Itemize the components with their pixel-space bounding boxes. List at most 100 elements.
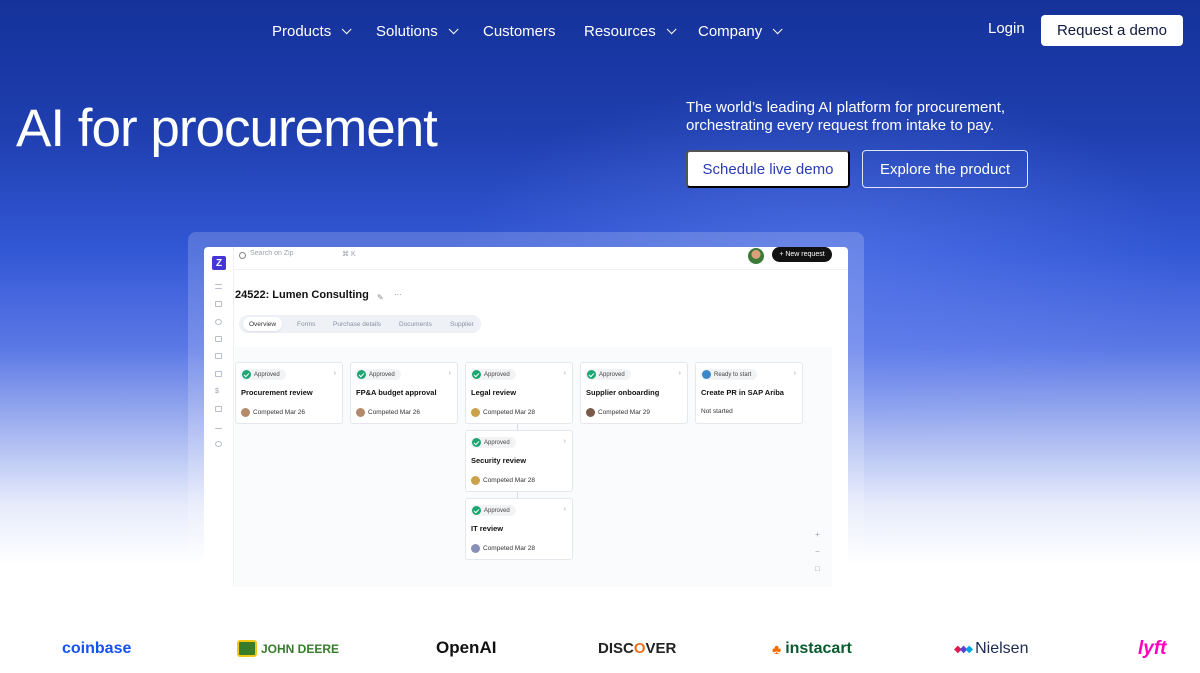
card-icon[interactable] xyxy=(215,406,222,412)
tab-purchase-details[interactable]: Purchase details xyxy=(327,317,387,331)
product-preview: Z $ Search on Zip ⌘ K + New request 2452… xyxy=(204,247,848,587)
card-title: Legal review xyxy=(471,388,517,397)
openai-logo: OpenAI xyxy=(436,638,497,657)
status-badge: Approved xyxy=(470,369,516,380)
deer-icon xyxy=(237,640,257,657)
nav-resources-label: Resources xyxy=(584,22,656,40)
nielsen-logo: ◆◆◆ Nielsen xyxy=(954,640,1029,657)
avatar xyxy=(241,408,250,417)
nav-customers-label: Customers xyxy=(483,22,556,40)
users-icon[interactable] xyxy=(215,319,222,325)
check-icon xyxy=(472,370,481,379)
workflow-card[interactable]: Approved › Procurement review Competed M… xyxy=(235,362,343,424)
explore-product-button[interactable]: Explore the product xyxy=(862,150,1028,188)
card-meta: Competed Mar 28 xyxy=(471,408,535,417)
status-badge: Approved xyxy=(470,437,516,448)
chart-icon[interactable] xyxy=(215,423,222,429)
card-title: IT review xyxy=(471,524,504,533)
top-nav: Products Solutions Customers Resources C… xyxy=(0,0,1200,60)
workflow-card[interactable]: Approved › Legal review Competed Mar 28 xyxy=(465,362,573,424)
more-icon[interactable]: ··· xyxy=(394,290,402,299)
home-icon[interactable] xyxy=(215,301,222,307)
check-icon xyxy=(587,370,596,379)
customer-logos: coinbase JOHN DEERE OpenAI DISCOVER ♣ ins… xyxy=(0,630,1200,673)
status-badge: Approved xyxy=(585,369,631,380)
avatar xyxy=(586,408,595,417)
page-title: 24522: Lumen Consulting xyxy=(235,289,369,301)
chevron-down-icon xyxy=(448,23,459,34)
check-icon xyxy=(242,370,251,379)
chevron-right-icon: › xyxy=(678,370,681,377)
card-title: FP&A budget approval xyxy=(356,388,437,397)
carrot-icon: ♣ xyxy=(772,641,782,657)
request-demo-button[interactable]: Request a demo xyxy=(1041,15,1183,46)
login-link[interactable]: Login xyxy=(988,20,1025,37)
new-request-button[interactable]: + New request xyxy=(772,247,832,262)
workflow-card[interactable]: Approved › Security review Competed Mar … xyxy=(465,430,573,492)
status-badge: Approved xyxy=(355,369,401,380)
workflow-canvas: Approved › Procurement review Competed M… xyxy=(235,347,832,587)
chevron-right-icon: › xyxy=(793,370,796,377)
workflow-card[interactable]: Approved › IT review Competed Mar 28 xyxy=(465,498,573,560)
check-icon xyxy=(357,370,366,379)
workflow-card[interactable]: Approved › FP&A budget approval Competed… xyxy=(350,362,458,424)
tab-documents[interactable]: Documents xyxy=(393,317,438,331)
zoom-in-button[interactable]: + xyxy=(815,530,820,539)
nav-solutions[interactable]: Solutions xyxy=(376,20,459,42)
tab-overview[interactable]: Overview xyxy=(243,317,283,331)
nav-resources[interactable]: Resources xyxy=(584,20,677,42)
card-title: Security review xyxy=(471,456,527,465)
zoom-out-button[interactable]: − xyxy=(815,547,820,556)
avatar[interactable] xyxy=(748,248,764,264)
nav-company-label: Company xyxy=(698,22,763,40)
schedule-demo-button[interactable]: Schedule live demo xyxy=(686,150,850,188)
clipboard-icon[interactable] xyxy=(215,353,222,359)
card-title: Create PR in SAP Ariba xyxy=(701,388,784,397)
nielsen-mark-icon: ◆◆◆ xyxy=(954,643,973,655)
card-meta: Competed Mar 29 xyxy=(586,408,650,417)
tab-supplier[interactable]: Supplier xyxy=(444,317,480,331)
chevron-down-icon xyxy=(666,23,677,34)
john-deere-logo: JOHN DEERE xyxy=(237,640,339,657)
workflow-card[interactable]: Ready to start › Create PR in SAP Ariba … xyxy=(695,362,803,424)
fit-view-button[interactable]: □ xyxy=(815,564,820,573)
tab-bar: Overview Forms Purchase details Document… xyxy=(239,315,481,333)
menu-icon[interactable] xyxy=(215,284,222,289)
hero-subtitle: The world’s leading AI platform for proc… xyxy=(686,99,1006,134)
dollar-icon[interactable]: $ xyxy=(215,388,219,395)
tasks-icon[interactable] xyxy=(215,336,222,342)
nav-customers[interactable]: Customers xyxy=(483,20,556,42)
check-icon xyxy=(472,438,481,447)
card-meta: Competed Mar 26 xyxy=(356,408,420,417)
chevron-down-icon xyxy=(772,23,783,34)
chevron-right-icon: › xyxy=(563,438,566,445)
card-title: Procurement review xyxy=(241,388,313,397)
status-badge: Approved xyxy=(470,505,516,516)
clock-icon[interactable] xyxy=(215,441,222,447)
avatar xyxy=(471,476,480,485)
chevron-down-icon xyxy=(341,23,352,34)
nav-products[interactable]: Products xyxy=(272,20,352,42)
chevron-right-icon: › xyxy=(333,370,336,377)
discover-logo: DISCOVER xyxy=(598,640,677,657)
ready-icon xyxy=(702,370,711,379)
status-badge: Approved xyxy=(240,369,286,380)
chevron-right-icon: › xyxy=(563,506,566,513)
hero-title: AI for procurement xyxy=(16,99,438,158)
nav-solutions-label: Solutions xyxy=(376,22,438,40)
search-shortcut: ⌘ K xyxy=(342,251,356,258)
app-sidebar: Z $ xyxy=(204,247,234,587)
card-title: Supplier onboarding xyxy=(586,388,660,397)
edit-icon[interactable]: ✎ xyxy=(377,293,384,302)
instacart-logo: ♣ instacart xyxy=(772,640,852,657)
search-input[interactable]: Search on Zip xyxy=(250,250,294,257)
nav-company[interactable]: Company xyxy=(698,20,783,42)
card-meta: Not started xyxy=(701,408,733,415)
workflow-card[interactable]: Approved › Supplier onboarding Competed … xyxy=(580,362,688,424)
store-icon[interactable] xyxy=(215,371,222,377)
avatar xyxy=(356,408,365,417)
check-icon xyxy=(472,506,481,515)
nav-products-label: Products xyxy=(272,22,332,40)
app-topbar: Search on Zip ⌘ K + New request xyxy=(234,247,848,270)
tab-forms[interactable]: Forms xyxy=(291,317,321,331)
